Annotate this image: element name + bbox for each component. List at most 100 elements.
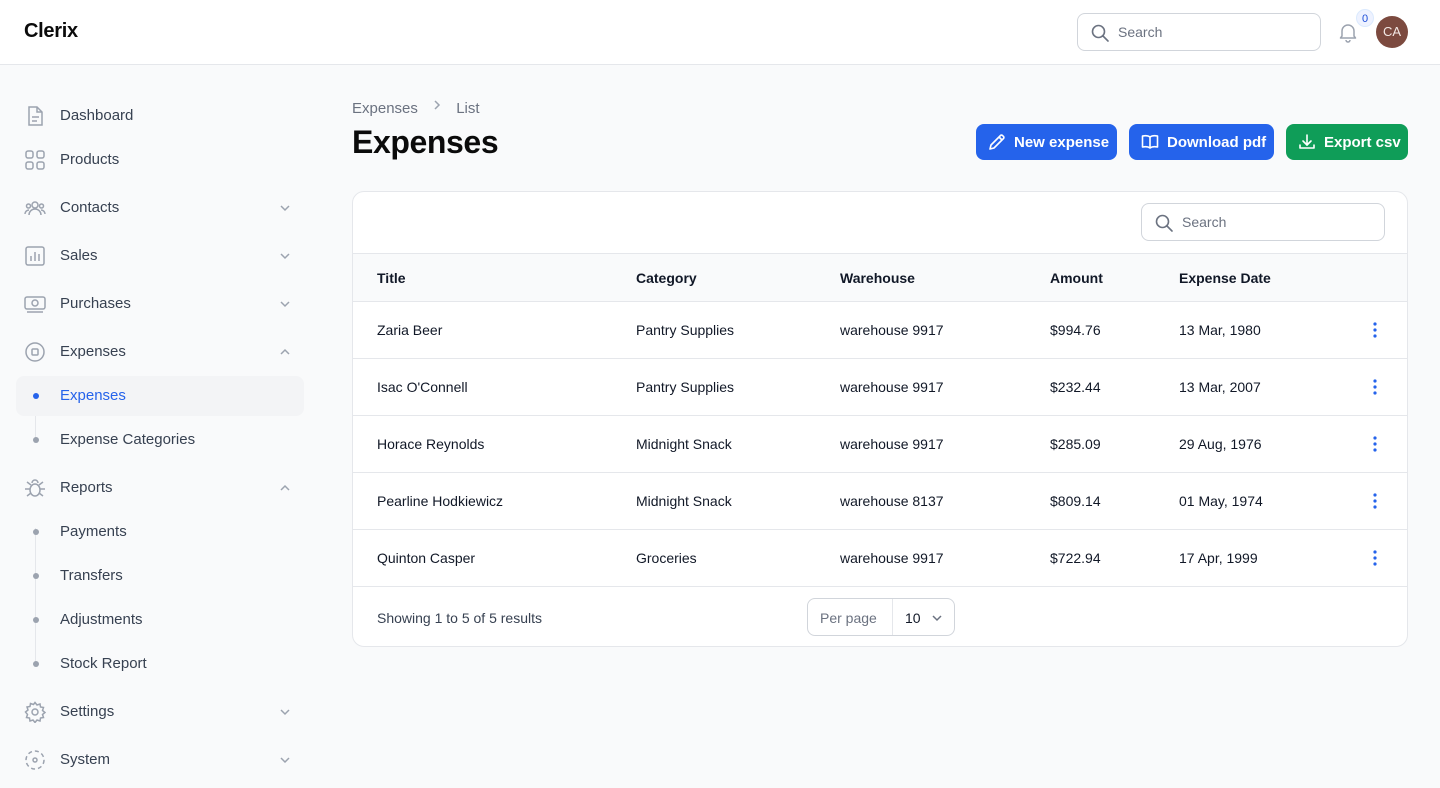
table-search[interactable] — [1141, 203, 1385, 241]
cell-category: Pantry Supplies — [636, 379, 735, 395]
bullet-dot — [33, 437, 39, 443]
sidebar-item-label: Reports — [60, 479, 113, 496]
sidebar-item-dashboard[interactable]: Dashboard — [16, 96, 304, 136]
more-vertical-icon[interactable] — [1367, 320, 1383, 340]
download-pdf-label: Download pdf — [1167, 134, 1267, 151]
chevron-down-icon — [280, 301, 290, 308]
sidebar-subitem-payments[interactable]: Payments — [16, 512, 304, 552]
cell-date: 13 Mar, 2007 — [1179, 379, 1261, 395]
breadcrumb-parent[interactable]: Expenses — [352, 100, 418, 117]
bullet-dot — [33, 573, 39, 579]
table-header: Title Category Warehouse Amount Expense … — [353, 253, 1407, 302]
more-vertical-icon[interactable] — [1367, 377, 1383, 397]
column-header-title[interactable]: Title — [377, 270, 406, 286]
sidebar-item-sales[interactable]: Sales — [16, 236, 304, 276]
notification-badge: 0 — [1356, 9, 1374, 27]
cell-category: Pantry Supplies — [636, 322, 735, 338]
brand-logo[interactable]: Clerix — [24, 20, 78, 43]
pagination-summary: Showing 1 to 5 of 5 results — [377, 610, 542, 626]
column-header-warehouse[interactable]: Warehouse — [840, 270, 915, 286]
sidebar-item-system[interactable]: System — [16, 740, 304, 780]
table-row[interactable]: Quinton Casper Groceries warehouse 9917 … — [353, 530, 1407, 587]
column-header-category[interactable]: Category — [636, 270, 697, 286]
cell-title: Horace Reynolds — [377, 436, 485, 452]
bullet-dot — [33, 617, 39, 623]
chevron-down-icon — [932, 615, 942, 622]
sidebar-item-products[interactable]: Products — [16, 140, 304, 180]
bell-icon[interactable] — [1336, 20, 1360, 44]
cell-date: 29 Aug, 1976 — [1179, 436, 1262, 452]
cell-warehouse: warehouse 9917 — [840, 379, 944, 395]
breadcrumb: Expenses List — [352, 98, 480, 117]
sidebar-subitem-label: Payments — [60, 523, 127, 540]
cell-title: Isac O'Connell — [377, 379, 468, 395]
bullet-dot — [33, 661, 39, 667]
sidebar-item-label: Contacts — [60, 199, 120, 216]
chevron-down-icon — [280, 253, 290, 260]
gear-icon — [24, 701, 46, 723]
chevron-up-icon — [280, 484, 290, 491]
grid-icon — [25, 150, 45, 170]
search-icon — [1155, 214, 1173, 232]
page-title: Expenses — [352, 124, 499, 160]
table-row[interactable]: Zaria Beer Pantry Supplies warehouse 991… — [353, 302, 1407, 359]
sidebar-item-expenses[interactable]: Expenses — [16, 332, 304, 372]
sidebar-subitem-expenses[interactable]: Expenses — [16, 376, 304, 416]
divider — [892, 599, 893, 635]
sidebar-item-label: Expenses — [60, 343, 126, 360]
per-page-select[interactable]: Per page 10 — [807, 598, 955, 636]
more-vertical-icon[interactable] — [1367, 491, 1383, 511]
chart-icon — [25, 246, 45, 266]
sidebar-item-settings[interactable]: Settings — [16, 692, 304, 732]
more-vertical-icon[interactable] — [1367, 434, 1383, 454]
sidebar-item-label: Purchases — [60, 295, 131, 312]
sidebar-item-contacts[interactable]: Contacts — [16, 188, 304, 228]
export-csv-button[interactable]: Export csv — [1286, 124, 1408, 160]
cell-amount: $809.14 — [1050, 493, 1101, 509]
cell-date: 13 Mar, 1980 — [1179, 322, 1261, 338]
global-search-input[interactable] — [1118, 14, 1314, 50]
sidebar-item-label: System — [60, 751, 111, 768]
sidebar-item-label: Dashboard — [60, 107, 134, 124]
chevron-down-icon — [280, 709, 290, 716]
table-row[interactable]: Isac O'Connell Pantry Supplies warehouse… — [353, 359, 1407, 416]
chevron-down-icon — [280, 205, 290, 212]
circle-square-icon — [25, 342, 45, 362]
sidebar-subitem-adjustments[interactable]: Adjustments — [16, 600, 304, 640]
more-vertical-icon[interactable] — [1367, 548, 1383, 568]
column-header-amount[interactable]: Amount — [1050, 270, 1103, 286]
table-row[interactable]: Pearline Hodkiewicz Midnight Snack wareh… — [353, 473, 1407, 530]
cell-category: Groceries — [636, 550, 697, 566]
cell-date: 01 May, 1974 — [1179, 493, 1263, 509]
per-page-value: 10 — [905, 610, 921, 626]
users-icon — [24, 201, 46, 216]
avatar[interactable]: CA — [1376, 16, 1408, 48]
sidebar-subitem-label: Transfers — [60, 567, 123, 584]
cell-amount: $722.94 — [1050, 550, 1101, 566]
chevron-up-icon — [280, 348, 290, 355]
bug-icon — [25, 479, 45, 497]
per-page-label: Per page — [820, 610, 877, 626]
download-pdf-button[interactable]: Download pdf — [1129, 124, 1274, 160]
global-search[interactable] — [1077, 13, 1321, 51]
sidebar-subitem-expense-categories[interactable]: Expense Categories — [16, 420, 304, 460]
sidebar-subitem-transfers[interactable]: Transfers — [16, 556, 304, 596]
table-row[interactable]: Horace Reynolds Midnight Snack warehouse… — [353, 416, 1407, 473]
cell-title: Zaria Beer — [377, 322, 443, 338]
top-bar: Clerix 0 CA — [0, 0, 1440, 65]
cell-date: 17 Apr, 1999 — [1179, 550, 1258, 566]
table-search-input[interactable] — [1182, 204, 1378, 240]
chevron-down-icon — [280, 757, 290, 764]
sidebar-subitem-label: Stock Report — [60, 655, 147, 672]
sidebar-item-reports[interactable]: Reports — [16, 468, 304, 508]
sidebar-item-label: Products — [60, 151, 120, 168]
cell-amount: $994.76 — [1050, 322, 1101, 338]
sidebar-item-purchases[interactable]: Purchases — [16, 284, 304, 324]
sidebar-subitem-stock-report[interactable]: Stock Report — [16, 644, 304, 684]
sidebar-subitem-label: Expenses — [60, 387, 126, 404]
column-header-expense-date[interactable]: Expense Date — [1179, 270, 1271, 286]
new-expense-button[interactable]: New expense — [976, 124, 1117, 160]
money-icon — [24, 296, 46, 313]
cell-amount: $232.44 — [1050, 379, 1101, 395]
cell-title: Pearline Hodkiewicz — [377, 493, 504, 509]
